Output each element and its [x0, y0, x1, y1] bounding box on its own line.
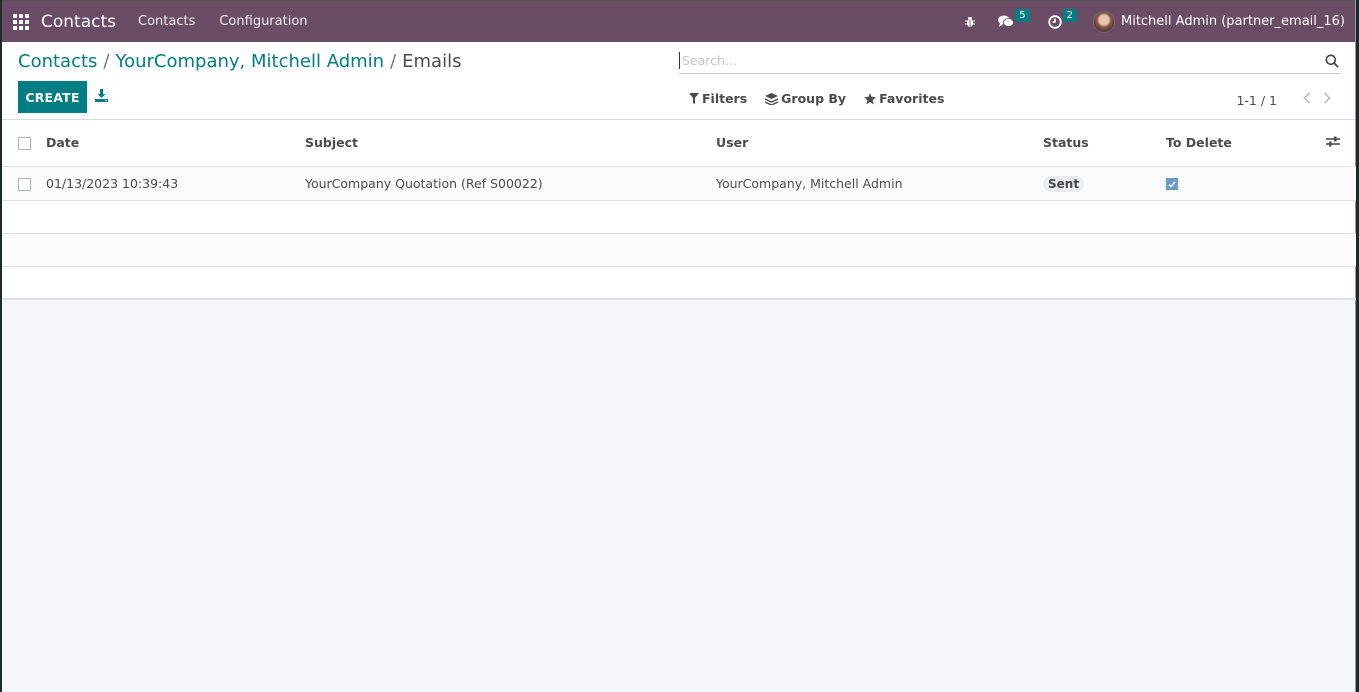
to-delete-checkbox	[1166, 178, 1178, 190]
checkmark-icon	[1168, 181, 1176, 188]
bug-icon	[965, 16, 976, 27]
search-options: Filters Group By Favorites	[689, 91, 962, 106]
search-bar	[679, 48, 1341, 74]
column-header-to-delete[interactable]: To Delete	[1166, 120, 1326, 167]
table-header-row: Date Subject User Status To Delete	[2, 120, 1356, 167]
column-header-date[interactable]: Date	[46, 120, 305, 167]
column-header-user[interactable]: User	[716, 120, 1043, 167]
filter-icon	[689, 93, 699, 104]
app-window: Contacts Contacts Configuration 5 2 Mitc…	[2, 0, 1356, 692]
breadcrumb-partner[interactable]: YourCompany, Mitchell Admin	[116, 51, 385, 72]
messages-badge: 5	[1015, 9, 1030, 22]
group-by-label: Group By	[781, 91, 847, 106]
chevron-right-icon	[1323, 92, 1331, 104]
favorites-button[interactable]: Favorites	[864, 91, 944, 106]
empty-row	[2, 233, 1356, 267]
clock-icon	[1047, 14, 1062, 29]
app-title[interactable]: Contacts	[41, 12, 116, 32]
favorites-label: Favorites	[879, 91, 945, 106]
apps-menu-icon[interactable]	[13, 13, 29, 30]
user-menu[interactable]: Mitchell Admin (partner_email_16)	[1121, 14, 1345, 29]
search-input[interactable]	[679, 52, 1325, 69]
systray: 5 2 Mitchell Admin (partner_email_16)	[946, 9, 1345, 33]
chat-icon	[998, 15, 1015, 27]
filters-label: Filters	[702, 91, 748, 106]
pager-value[interactable]: 1-1 / 1	[1236, 93, 1277, 108]
table-row[interactable]: 01/13/2023 10:39:43 YourCompany Quotatio…	[2, 166, 1356, 201]
layers-icon	[765, 92, 779, 105]
breadcrumb-separator: /	[103, 51, 110, 72]
empty-row	[2, 200, 1356, 234]
filters-button[interactable]: Filters	[689, 91, 747, 106]
empty-row	[2, 266, 1356, 300]
cell-date: 01/13/2023 10:39:43	[46, 166, 305, 201]
messages-button[interactable]: 5	[998, 9, 1030, 28]
menu-configuration[interactable]: Configuration	[219, 14, 307, 29]
breadcrumb-current: Emails	[402, 51, 462, 72]
top-navbar: Contacts Contacts Configuration 5 2 Mitc…	[2, 0, 1355, 42]
breadcrumb-separator: /	[390, 51, 397, 72]
optional-columns-icon[interactable]	[1326, 135, 1340, 148]
email-list: Date Subject User Status To Delete 01/13…	[2, 120, 1356, 300]
control-panel: Contacts / YourCompany, Mitchell Admin /…	[2, 42, 1355, 120]
column-header-status[interactable]: Status	[1043, 120, 1166, 167]
breadcrumb-contacts[interactable]: Contacts	[18, 51, 97, 72]
pager: 1-1 / 1	[1236, 92, 1331, 108]
row-select-checkbox[interactable]	[18, 177, 31, 191]
export-button[interactable]	[95, 89, 109, 103]
download-icon	[95, 89, 108, 102]
cell-subject: YourCompany Quotation (Ref S00022)	[305, 166, 716, 201]
cell-user: YourCompany, Mitchell Admin	[716, 166, 1043, 201]
debug-button[interactable]	[964, 16, 976, 28]
search-icon[interactable]	[1325, 54, 1339, 68]
menu-contacts[interactable]: Contacts	[138, 14, 195, 29]
select-all-checkbox[interactable]	[18, 137, 31, 151]
breadcrumb: Contacts / YourCompany, Mitchell Admin /…	[18, 51, 461, 72]
email-table: Date Subject User Status To Delete 01/13…	[2, 120, 1356, 300]
user-avatar[interactable]	[1092, 10, 1115, 33]
create-button[interactable]: CREATE	[18, 81, 87, 113]
activities-button[interactable]: 2	[1047, 9, 1077, 29]
activities-badge: 2	[1062, 9, 1077, 22]
pager-next-button[interactable]	[1323, 92, 1331, 108]
group-by-button[interactable]: Group By	[765, 91, 846, 106]
star-icon	[864, 92, 877, 104]
chevron-left-icon	[1303, 92, 1311, 104]
status-badge: Sent	[1043, 175, 1085, 192]
pager-previous-button[interactable]	[1303, 92, 1311, 108]
column-header-subject[interactable]: Subject	[305, 120, 716, 167]
